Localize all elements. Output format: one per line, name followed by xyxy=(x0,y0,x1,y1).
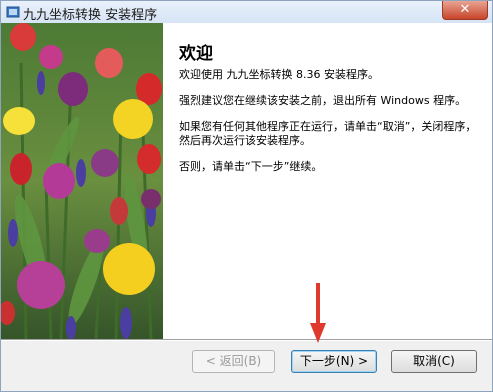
tulip-photo xyxy=(1,23,163,339)
button-separator xyxy=(1,339,492,341)
window-title: 九九坐标转换 安装程序 xyxy=(23,8,158,23)
page-title: 欢迎 xyxy=(179,44,213,64)
back-button[interactable]: < 返回(B) xyxy=(192,350,275,373)
welcome-text-area: 欢迎 欢迎使用 九九坐标转换 8.36 安装程序。 强烈建议您在继续该安装之前，… xyxy=(179,39,479,186)
next-instruction: 否则，请单击“下一步”继续。 xyxy=(179,160,323,173)
close-button[interactable]: ✕ xyxy=(442,1,488,20)
title-bar[interactable]: 九九坐标转换 安装程序 ✕ xyxy=(1,1,492,24)
close-icon: ✕ xyxy=(459,2,471,17)
cancel-button[interactable]: 取消(C) xyxy=(391,350,477,373)
warning-line: 强烈建议您在继续该安装之前，退出所有 Windows 程序。 xyxy=(179,94,467,107)
welcome-line: 欢迎使用 九九坐标转换 8.36 安装程序。 xyxy=(179,68,379,81)
next-button[interactable]: 下一步(N) > xyxy=(291,350,377,373)
installer-icon xyxy=(6,6,20,18)
red-arrow-icon xyxy=(310,283,326,343)
wizard-content: 欢迎 欢迎使用 九九坐标转换 8.36 安装程序。 强烈建议您在继续该安装之前，… xyxy=(1,23,492,339)
installer-window: 九九坐标转换 安装程序 ✕ 欢迎 欢迎使用 九九坐标转换 8.36 安装程序。 … xyxy=(0,0,493,392)
cancel-instruction: 如果您有任何其他程序正在运行，请单击“取消”，关闭程序，然后再次运行该安装程序。 xyxy=(179,120,477,147)
